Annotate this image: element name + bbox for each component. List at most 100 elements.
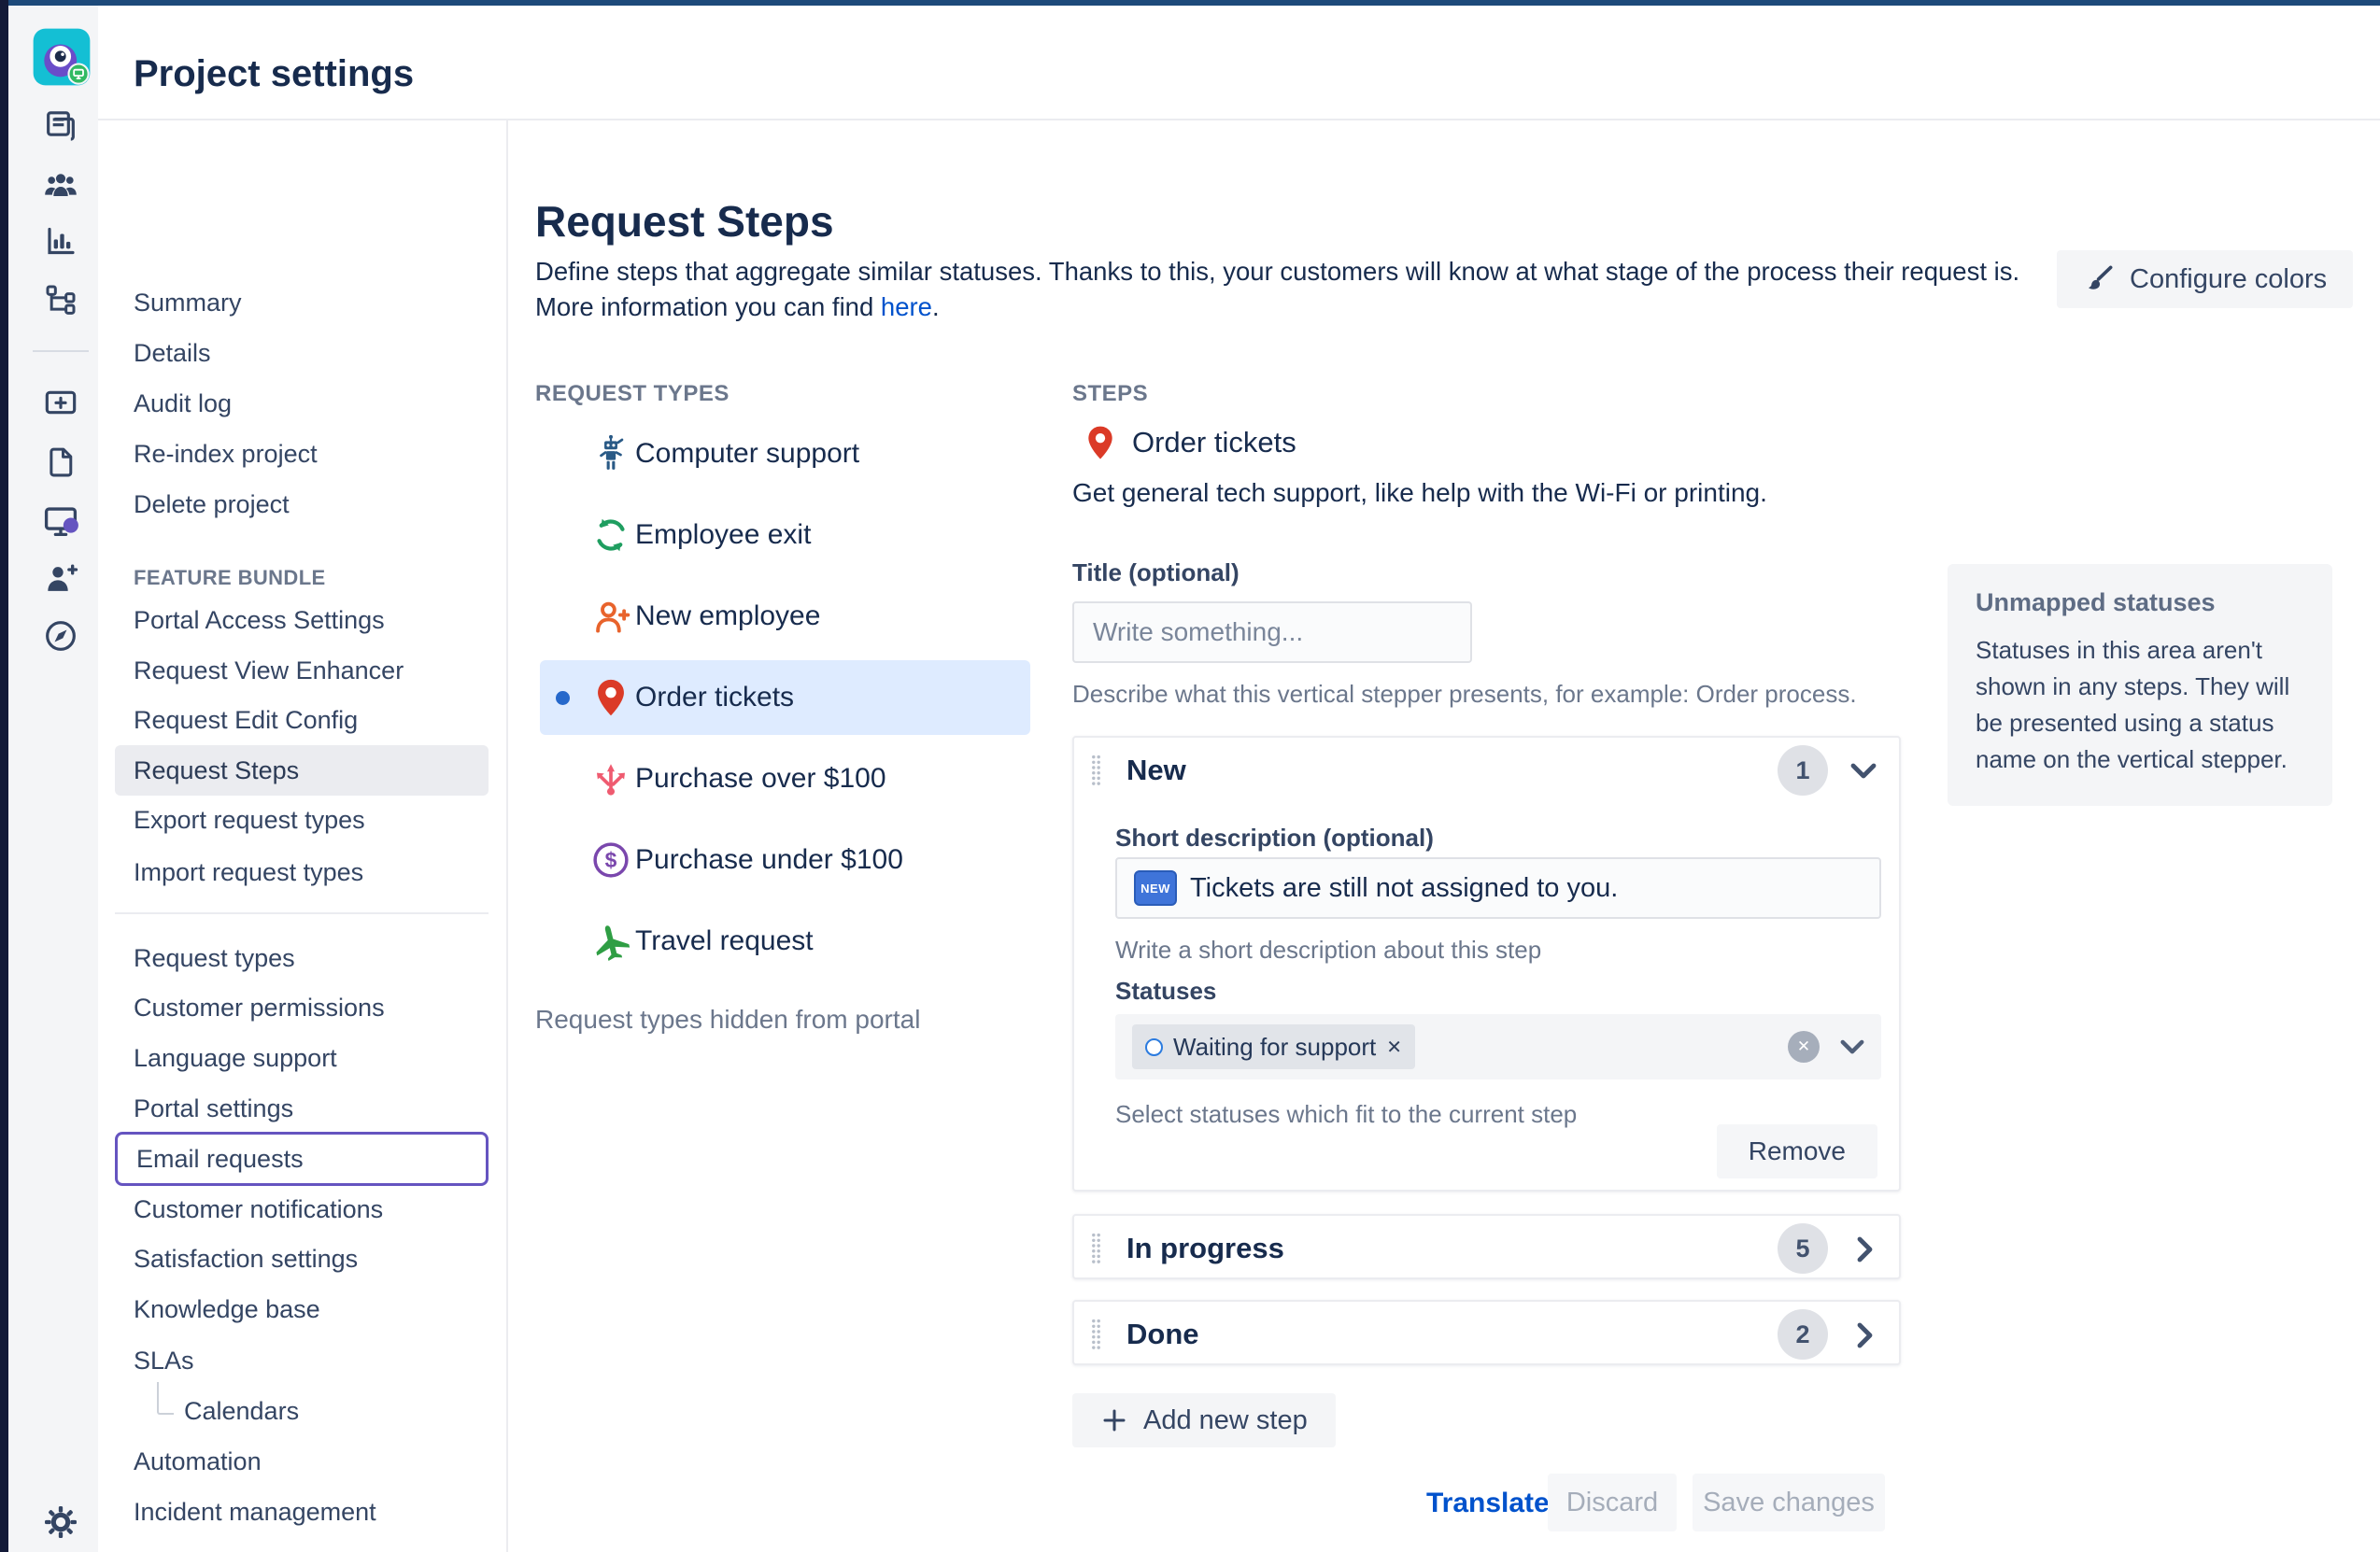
bar-chart-icon bbox=[42, 222, 79, 260]
status-category-icon bbox=[1145, 1038, 1163, 1056]
request-type-travel-request[interactable]: Travel request bbox=[540, 904, 1030, 979]
queues-icon bbox=[42, 107, 79, 145]
add-new-step-button[interactable]: Add new step bbox=[1072, 1393, 1336, 1447]
nav-item-reindex-project[interactable]: Re-index project bbox=[115, 429, 489, 479]
step-name: In progress bbox=[1126, 1232, 1284, 1265]
people-icon bbox=[41, 166, 80, 205]
compass-icon bbox=[42, 617, 79, 655]
map-pin-icon bbox=[1082, 420, 1119, 465]
nav-item-audit-log[interactable]: Audit log bbox=[115, 378, 489, 429]
rail-discover-button[interactable] bbox=[35, 612, 87, 660]
window-top-edge bbox=[0, 0, 2380, 6]
short-description-label: Short description (optional) bbox=[1115, 824, 1434, 853]
nav-item-request-steps[interactable]: Request Steps bbox=[115, 745, 489, 796]
rail-document-button[interactable] bbox=[35, 438, 87, 487]
remove-tag-icon[interactable]: ✕ bbox=[1386, 1036, 1402, 1059]
nav-item-request-types[interactable]: Request types bbox=[115, 933, 489, 983]
chevron-down-icon[interactable] bbox=[1850, 763, 1877, 784]
plane-icon bbox=[590, 921, 631, 962]
nav-item-customer-permissions[interactable]: Customer permissions bbox=[115, 982, 489, 1033]
hidden-request-types-section[interactable]: Request types hidden from portal bbox=[535, 1005, 920, 1035]
plus-icon bbox=[1100, 1406, 1128, 1434]
app-rail bbox=[8, 6, 98, 1552]
chevron-down-icon[interactable] bbox=[1840, 1039, 1864, 1055]
rail-queues-button[interactable] bbox=[35, 102, 87, 150]
translate-button[interactable]: Translate bbox=[1426, 1477, 1550, 1530]
drag-handle-icon[interactable] bbox=[1089, 1317, 1103, 1357]
nav-item-language-support[interactable]: Language support bbox=[115, 1033, 489, 1083]
request-type-order-tickets[interactable]: Order tickets bbox=[540, 660, 1030, 735]
request-type-purchase-under-100[interactable]: $ Purchase under $100 bbox=[540, 823, 1030, 897]
nav-item-customer-notifications[interactable]: Customer notifications bbox=[115, 1184, 489, 1235]
drag-handle-icon[interactable] bbox=[1089, 753, 1103, 793]
more-info-link[interactable]: here bbox=[881, 292, 932, 321]
step-name: Done bbox=[1126, 1318, 1199, 1351]
card-add-icon bbox=[42, 384, 79, 421]
nav-item-calendars[interactable]: Calendars bbox=[115, 1386, 489, 1436]
chevron-right-icon[interactable] bbox=[1857, 1236, 1874, 1267]
title-input[interactable] bbox=[1072, 601, 1472, 663]
clear-all-icon[interactable]: ✕ bbox=[1788, 1031, 1820, 1063]
request-type-computer-support[interactable]: Computer support bbox=[540, 416, 1030, 491]
nav-item-portal-settings[interactable]: Portal settings bbox=[115, 1083, 489, 1134]
nav-item-satisfaction-settings[interactable]: Satisfaction settings bbox=[115, 1234, 489, 1284]
discard-button[interactable]: Discard bbox=[1548, 1474, 1677, 1531]
branch-arrows-icon bbox=[590, 758, 631, 799]
person-add-icon bbox=[590, 596, 631, 637]
nav-item-import-request-types[interactable]: Import request types bbox=[115, 847, 489, 897]
drag-handle-icon[interactable] bbox=[1089, 1231, 1103, 1271]
save-changes-button[interactable]: Save changes bbox=[1693, 1474, 1885, 1531]
unmapped-statuses-body: Statuses in this area aren't shown in an… bbox=[1976, 632, 2304, 778]
step-card-new: New 1 Short description (optional) NEW T… bbox=[1072, 736, 1901, 1192]
app-logo[interactable] bbox=[33, 28, 91, 86]
chevron-right-icon[interactable] bbox=[1857, 1322, 1874, 1353]
statuses-label: Statuses bbox=[1115, 977, 1216, 1006]
rail-invite-user-button[interactable] bbox=[35, 554, 87, 602]
nav-item-automation[interactable]: Automation bbox=[115, 1436, 489, 1487]
remove-step-button[interactable]: Remove bbox=[1717, 1124, 1877, 1178]
step-card-header[interactable]: New 1 bbox=[1074, 738, 1899, 803]
app-logo-icon bbox=[33, 28, 91, 86]
request-type-new-employee[interactable]: New employee bbox=[540, 579, 1030, 654]
page-title: Project settings bbox=[134, 53, 414, 95]
request-type-list: Computer support Employee exit bbox=[540, 416, 1030, 985]
document-icon bbox=[43, 444, 78, 480]
nav-item-portal-access-settings[interactable]: Portal Access Settings bbox=[115, 595, 489, 645]
configure-colors-button[interactable]: Configure colors bbox=[2057, 250, 2353, 308]
step-card-done[interactable]: Done 2 bbox=[1072, 1300, 1901, 1365]
step-card-in-progress[interactable]: In progress 5 bbox=[1072, 1214, 1901, 1279]
nav-item-summary[interactable]: Summary bbox=[115, 277, 489, 328]
robot-icon bbox=[590, 433, 631, 474]
rail-customers-button[interactable] bbox=[35, 162, 87, 210]
rail-portal-button[interactable] bbox=[35, 497, 87, 545]
statuses-select[interactable]: Waiting for support ✕ ✕ bbox=[1115, 1014, 1881, 1079]
nav-item-email-requests[interactable]: Email requests bbox=[115, 1132, 489, 1186]
nav-item-details[interactable]: Details bbox=[115, 328, 489, 378]
map-pin-icon bbox=[590, 677, 631, 718]
nav-item-knowledge-base[interactable]: Knowledge base bbox=[115, 1284, 489, 1334]
status-count-badge: 5 bbox=[1778, 1223, 1828, 1274]
rail-reports-button[interactable] bbox=[35, 217, 87, 265]
request-type-purchase-over-100[interactable]: Purchase over $100 bbox=[540, 741, 1030, 816]
status-tag[interactable]: Waiting for support ✕ bbox=[1132, 1024, 1415, 1069]
nav-item-export-request-types[interactable]: Export request types bbox=[115, 795, 489, 845]
rail-add-card-button[interactable] bbox=[35, 378, 87, 427]
new-emoji-icon: NEW bbox=[1134, 870, 1177, 906]
selected-request-type-name: Order tickets bbox=[1132, 426, 1296, 459]
rail-workflows-button[interactable] bbox=[35, 275, 87, 324]
rail-settings-button[interactable] bbox=[35, 1498, 87, 1546]
nav-item-slas[interactable]: SLAs bbox=[115, 1335, 489, 1386]
request-type-employee-exit[interactable]: Employee exit bbox=[540, 498, 1030, 572]
nav-divider bbox=[115, 912, 489, 914]
title-label: Title (optional) bbox=[1072, 558, 1240, 587]
short-description-input[interactable]: NEW Tickets are still not assigned to yo… bbox=[1115, 857, 1881, 919]
step-name: New bbox=[1126, 754, 1186, 787]
person-plus-icon bbox=[42, 559, 79, 597]
sync-arrows-icon bbox=[590, 515, 631, 556]
nav-item-request-view-enhancer[interactable]: Request View Enhancer bbox=[115, 645, 489, 696]
tree-connector bbox=[157, 1382, 174, 1415]
selected-indicator-dot bbox=[556, 691, 570, 705]
nav-item-request-edit-config[interactable]: Request Edit Config bbox=[115, 695, 489, 745]
nav-item-delete-project[interactable]: Delete project bbox=[115, 479, 489, 529]
nav-item-incident-management[interactable]: Incident management bbox=[115, 1487, 489, 1537]
